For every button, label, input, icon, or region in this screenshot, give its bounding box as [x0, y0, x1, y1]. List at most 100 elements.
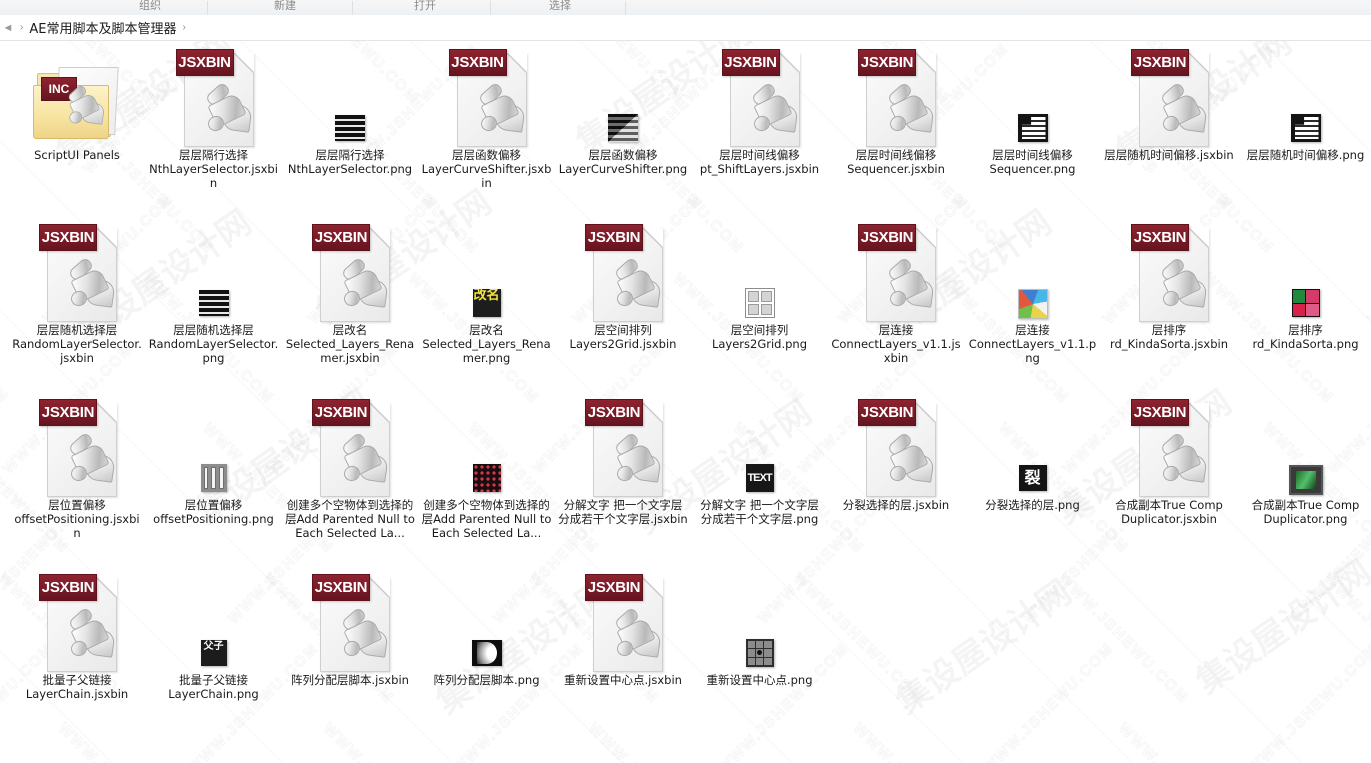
- file-icon-wrap[interactable]: JSXBIN: [556, 395, 690, 497]
- file-item[interactable]: 层空间排列Layers2Grid.png: [693, 220, 827, 351]
- file-item[interactable]: 层层随机时间偏移.png: [1239, 45, 1371, 162]
- file-item[interactable]: 层层时间线偏移Sequencer.png: [966, 45, 1100, 176]
- file-item[interactable]: JSXBIN 分裂选择的层.jsxbin: [829, 395, 963, 512]
- jsxbin-badge: JSXBIN: [39, 224, 97, 251]
- file-item[interactable]: 重新设置中心点.png: [693, 570, 827, 687]
- file-item[interactable]: 改名 层改名Selected_Layers_Renamer.png: [420, 220, 554, 365]
- toolbar-item-0[interactable]: 组织: [110, 0, 190, 15]
- file-icon-wrap[interactable]: [1239, 220, 1371, 320]
- jsxbin-badge: JSXBIN: [312, 224, 370, 251]
- file-icon-wrap[interactable]: JSXBIN: [10, 395, 144, 497]
- file-item[interactable]: 创建多个空物体到选择的层Add Parented Null to Each Se…: [420, 395, 554, 540]
- file-icon-wrap[interactable]: JSXBIN: [283, 570, 417, 672]
- file-item[interactable]: JSXBIN 层改名Selected_Layers_Renamer.jsxbin: [283, 220, 417, 365]
- toolbar-item-3[interactable]: 选择: [520, 0, 600, 15]
- file-icon-wrap[interactable]: JSXBIN: [283, 220, 417, 322]
- png-grid4-icon: [743, 286, 777, 320]
- file-icon-wrap[interactable]: [1239, 45, 1371, 145]
- file-item[interactable]: 层层随机选择层RandomLayerSelector.png: [147, 220, 281, 365]
- file-item[interactable]: 阵列分配层脚本.png: [420, 570, 554, 687]
- file-item[interactable]: 裂分裂选择的层.png: [966, 395, 1100, 512]
- file-item[interactable]: 层排序rd_KindaSorta.png: [1239, 220, 1371, 351]
- file-grid[interactable]: INC ScriptUI Panels JSXBIN 层层隔行选择NthLayerSe…: [0, 41, 1371, 763]
- file-item[interactable]: 层层隔行选择NthLayerSelector.png: [283, 45, 417, 176]
- file-icon-wrap[interactable]: JSXBIN: [693, 45, 827, 147]
- file-item[interactable]: JSXBIN 创建多个空物体到选择的层Add Parented Null to E…: [283, 395, 417, 540]
- file-item[interactable]: 父子 批量子父链接LayerChain.png: [147, 570, 281, 701]
- file-icon-wrap[interactable]: [147, 220, 281, 320]
- file-item[interactable]: 层位置偏移offsetPositioning.png: [147, 395, 281, 526]
- back-arrow-icon[interactable]: ◄: [2, 22, 14, 34]
- file-icon-wrap[interactable]: [693, 570, 827, 670]
- file-icon-wrap[interactable]: JSXBIN: [10, 220, 144, 322]
- file-icon-wrap[interactable]: INC: [10, 45, 144, 145]
- file-icon-wrap[interactable]: [420, 395, 554, 495]
- file-name-label: 层层隔行选择NthLayerSelector.png: [287, 148, 413, 176]
- file-item[interactable]: JSXBIN 层空间排列Layers2Grid.jsxbin: [556, 220, 690, 351]
- file-icon-wrap[interactable]: [283, 45, 417, 145]
- file-icon-wrap[interactable]: JSXBIN: [829, 395, 963, 497]
- file-icon-wrap[interactable]: 改名: [420, 220, 554, 320]
- jsxbin-file-icon: JSXBIN: [1131, 49, 1209, 147]
- page-fold-corner: [1190, 53, 1209, 72]
- toolbar-item-2[interactable]: 打开: [385, 0, 465, 15]
- file-name-label: 创建多个空物体到选择的层Add Parented Null to Each Se…: [421, 498, 552, 540]
- file-icon-wrap[interactable]: JSXBIN: [283, 395, 417, 497]
- file-item[interactable]: JSXBIN 分解文字 把一个文字层分成若干个文字层.jsxbin: [556, 395, 690, 526]
- png-stairs2-icon: [1289, 111, 1323, 145]
- jsxbin-badge: JSXBIN: [1131, 224, 1189, 251]
- file-item[interactable]: 层连接ConnectLayers_v1.1.png: [966, 220, 1100, 365]
- file-icon-wrap[interactable]: 父子: [147, 570, 281, 670]
- page-fold-corner: [644, 228, 663, 247]
- file-icon-wrap[interactable]: JSXBIN: [556, 220, 690, 322]
- file-icon-wrap[interactable]: JSXBIN: [420, 45, 554, 147]
- file-item[interactable]: 层层函数偏移LayerCurveShifter.png: [556, 45, 690, 176]
- file-item[interactable]: JSXBIN 批量子父链接LayerChain.jsxbin: [10, 570, 144, 701]
- file-icon-wrap[interactable]: JSXBIN: [829, 220, 963, 322]
- jsxbin-badge: JSXBIN: [585, 574, 643, 601]
- file-item[interactable]: JSXBIN 层层函数偏移LayerCurveShifter.jsxbin: [420, 45, 554, 190]
- file-icon-wrap[interactable]: JSXBIN: [829, 45, 963, 147]
- file-icon-wrap[interactable]: [1239, 395, 1371, 495]
- jsxbin-file-icon: JSXBIN: [585, 224, 663, 322]
- file-item[interactable]: JSXBIN 阵列分配层脚本.jsxbin: [283, 570, 417, 687]
- jsxbin-badge: JSXBIN: [1131, 49, 1189, 76]
- file-icon-wrap[interactable]: JSXBIN: [147, 45, 281, 147]
- file-item[interactable]: JSXBIN 合成副本True Comp Duplicator.jsxbin: [1102, 395, 1236, 526]
- file-icon-wrap[interactable]: [556, 45, 690, 145]
- file-icon-wrap[interactable]: JSXBIN: [1102, 220, 1236, 322]
- file-item[interactable]: JSXBIN 层层隔行选择NthLayerSelector.jsxbin: [147, 45, 281, 190]
- file-item[interactable]: JSXBIN 层层时间线偏移Sequencer.jsxbin: [829, 45, 963, 176]
- file-item[interactable]: INC ScriptUI Panels: [10, 45, 144, 162]
- file-item[interactable]: JSXBIN 重新设置中心点.jsxbin: [556, 570, 690, 687]
- file-icon-wrap[interactable]: JSXBIN: [10, 570, 144, 672]
- file-name-label: 层连接ConnectLayers_v1.1.jsxbin: [831, 323, 961, 365]
- file-icon-wrap[interactable]: JSXBIN: [1102, 45, 1236, 147]
- chevron-right-icon-trailing[interactable]: ›: [176, 22, 191, 33]
- file-item[interactable]: JSXBIN 层层随机选择层RandomLayerSelector.jsxbin: [10, 220, 144, 365]
- file-item[interactable]: JSXBIN 层层时间线偏移pt_ShiftLayers.jsxbin: [693, 45, 827, 176]
- jsxbin-file-icon: JSXBIN: [858, 224, 936, 322]
- scroll-glyph: [613, 256, 662, 311]
- file-icon-wrap[interactable]: TEXT: [693, 395, 827, 495]
- file-icon-wrap[interactable]: [420, 570, 554, 670]
- file-icon-wrap[interactable]: JSXBIN: [556, 570, 690, 672]
- file-item[interactable]: JSXBIN 层层随机时间偏移.jsxbin: [1102, 45, 1236, 162]
- file-item[interactable]: TEXT 分解文字 把一个文字层分成若干个文字层.png: [693, 395, 827, 526]
- file-icon-wrap[interactable]: [147, 395, 281, 495]
- breadcrumb[interactable]: ◄ › AE常用脚本及脚本管理器 ›: [0, 15, 1371, 41]
- file-item[interactable]: 合成副本True Comp Duplicator.png: [1239, 395, 1371, 526]
- file-item[interactable]: JSXBIN 层位置偏移offsetPositioning.jsxbin: [10, 395, 144, 540]
- toolbar-item-1[interactable]: 新建: [245, 0, 325, 15]
- file-icon-wrap[interactable]: JSXBIN: [1102, 395, 1236, 497]
- file-icon-wrap[interactable]: [693, 220, 827, 320]
- file-icon-wrap[interactable]: [966, 220, 1100, 320]
- file-item[interactable]: JSXBIN 层排序rd_KindaSorta.jsxbin: [1102, 220, 1236, 351]
- png-cols3-icon: [197, 461, 231, 495]
- jsxbin-file-icon: JSXBIN: [585, 574, 663, 672]
- breadcrumb-path[interactable]: AE常用脚本及脚本管理器: [29, 18, 176, 37]
- file-name-label: 层连接ConnectLayers_v1.1.png: [968, 323, 1097, 365]
- file-item[interactable]: JSXBIN 层连接ConnectLayers_v1.1.jsxbin: [829, 220, 963, 365]
- file-icon-wrap[interactable]: [966, 45, 1100, 145]
- file-icon-wrap[interactable]: 裂: [966, 395, 1100, 495]
